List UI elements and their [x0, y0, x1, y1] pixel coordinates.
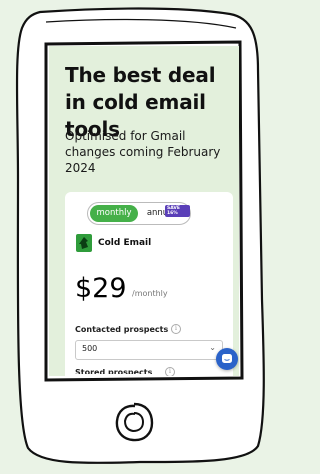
info-icon[interactable]: i: [165, 367, 175, 376]
app-screen: The best deal in cold email tools Optimi…: [49, 46, 239, 376]
cold-email-logo-icon: [76, 234, 92, 252]
billing-period-toggle[interactable]: monthly annually SAVE 16%: [87, 202, 191, 225]
info-icon[interactable]: i: [171, 324, 181, 334]
home-button-icon[interactable]: [112, 400, 156, 444]
product-name: Cold Email: [98, 238, 152, 248]
price-amount: $29: [75, 273, 127, 304]
price-period: /monthly: [132, 289, 168, 298]
chevron-down-icon: ⌄: [209, 343, 216, 352]
chat-bubble-icon: [222, 354, 232, 363]
save-badge: SAVE 16%: [165, 205, 190, 217]
contacted-prospects-label: Contacted prospects: [75, 325, 169, 334]
select-value: 500: [82, 344, 98, 353]
monthly-option[interactable]: monthly: [90, 205, 138, 222]
chat-launcher-button[interactable]: [216, 348, 238, 370]
contacted-prospects-select[interactable]: 500 ⌄: [75, 340, 223, 360]
pricing-card: monthly annually SAVE 16% Cold Email $29…: [65, 192, 233, 376]
stored-prospects-label: Stored prospects: [75, 368, 153, 376]
page-subtitle: Optimised for Gmail changes coming Febru…: [65, 129, 221, 175]
